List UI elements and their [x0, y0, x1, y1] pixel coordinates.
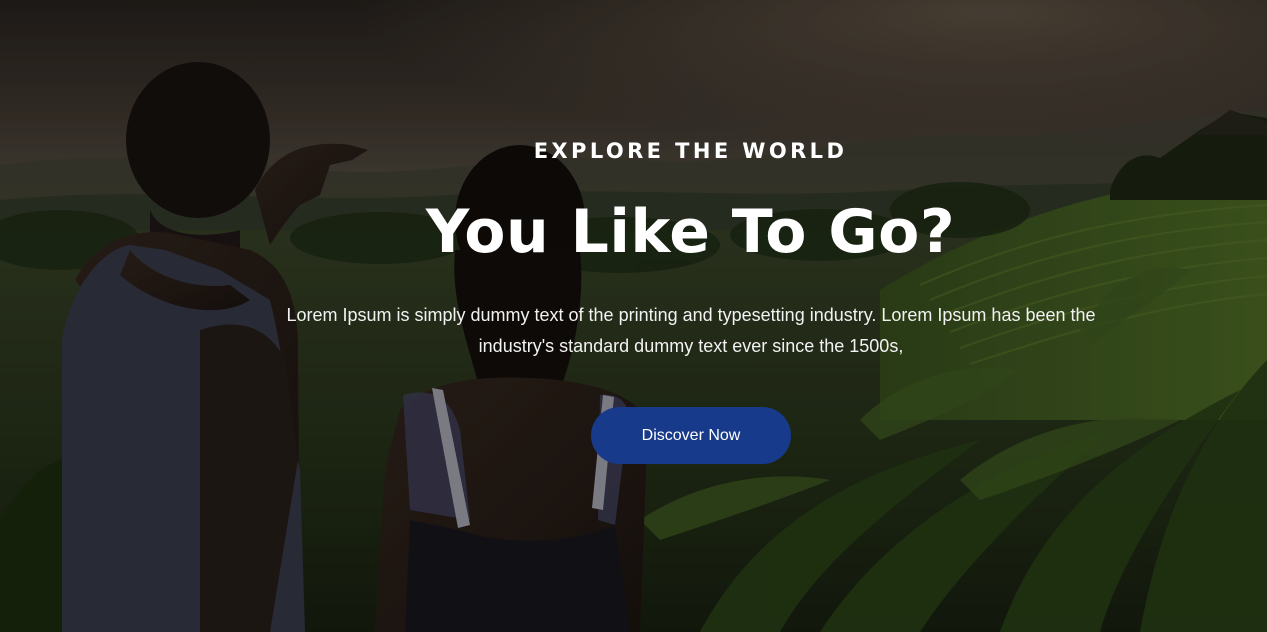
hero-eyebrow: EXPLORE THE WORLD — [533, 139, 848, 163]
hero-section: EXPLORE THE WORLD You Like To Go? Lorem … — [0, 0, 1267, 632]
hero-headline: You Like To Go? — [425, 197, 956, 267]
discover-now-button[interactable]: Discover Now — [591, 407, 791, 464]
hero-content: EXPLORE THE WORLD You Like To Go? Lorem … — [0, 0, 1267, 632]
hero-description: Lorem Ipsum is simply dummy text of the … — [286, 305, 1096, 356]
